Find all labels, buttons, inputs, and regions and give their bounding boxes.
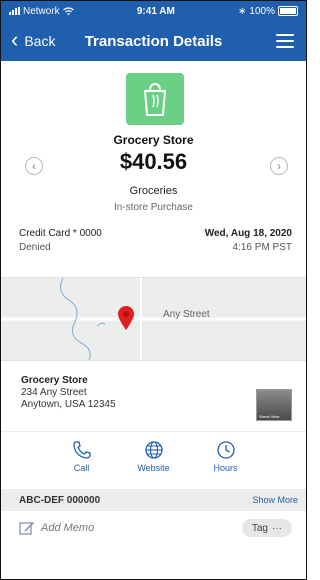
location-pin-icon [118, 306, 134, 330]
globe-icon [144, 441, 163, 459]
transaction-amount: $40.56 [119, 149, 188, 174]
memo-row: Add Memo Tag ··· [1, 511, 306, 545]
more-icon: ··· [272, 522, 282, 534]
location-map[interactable]: Any Street [1, 277, 306, 361]
phone-icon [72, 441, 91, 459]
merchant-name: Grocery Store [113, 133, 194, 147]
address-line-2: Anytown, USA 12345 [21, 399, 116, 410]
signal-icon [9, 7, 20, 15]
status-bar: Network 9:41 AM ∗ 100% [1, 1, 306, 21]
website-button[interactable]: Website [131, 440, 177, 489]
address-section: Grocery Store 234 Any Street Anytown, US… [1, 361, 306, 431]
back-button[interactable]: ‹ Back [1, 27, 56, 52]
hours-label: Hours [213, 463, 238, 473]
address-line-1: 234 Any Street [21, 387, 87, 398]
add-memo-button[interactable]: Add Memo [41, 522, 94, 534]
hours-button[interactable]: Hours [203, 440, 249, 489]
back-label: Back [24, 33, 56, 49]
merchant-category-tile [126, 73, 184, 125]
transaction-category: Groceries [129, 185, 178, 197]
nav-bar: ‹ Back Transaction Details [1, 21, 306, 61]
chevron-left-icon: ‹ [11, 27, 19, 52]
battery-percent: 100% [249, 5, 275, 17]
show-more-link[interactable]: Show More [252, 495, 298, 505]
call-button[interactable]: Call [59, 440, 105, 489]
date-info: Wed, Aug 18, 2020 4:16 PM PST [205, 227, 292, 255]
merchant-address: Grocery Store 234 Any Street Anytown, US… [21, 375, 116, 411]
address-name: Grocery Store [21, 375, 88, 386]
map-street-label: Any Street [163, 309, 210, 320]
clock-icon [216, 441, 235, 459]
card-number: Credit Card * 0000 [19, 228, 102, 239]
reference-row: ABC-DEF 000000 Show More [1, 489, 306, 511]
hamburger-menu-icon[interactable] [276, 34, 294, 48]
street-view-thumbnail[interactable]: Street View [256, 389, 292, 421]
purchase-type: In-store Purchase [114, 202, 193, 213]
status-left: Network [9, 6, 74, 17]
merchant-header: ‹ › Grocery Store $40.56 Groceries In-st… [1, 61, 306, 221]
carrier-label: Network [23, 5, 60, 17]
bluetooth-icon: ∗ [238, 5, 247, 17]
tag-label: Tag [251, 522, 268, 534]
transaction-time: 4:16 PM PST [232, 242, 292, 253]
map-roads [1, 278, 306, 360]
tag-button[interactable]: Tag ··· [241, 519, 292, 537]
status-right: ∗ 100% [238, 6, 298, 17]
status-badge: Denied [19, 242, 51, 253]
phone-frame: Network 9:41 AM ∗ 100% ‹ Back Transactio… [0, 0, 307, 580]
card-info: Credit Card * 0000 Denied [19, 227, 102, 255]
transaction-reference-id: ABC-DEF 000000 [19, 494, 101, 506]
action-buttons: Call Website Hours [1, 431, 306, 489]
shopping-bag-icon [143, 82, 167, 116]
website-label: Website [137, 463, 170, 473]
street-view-label: Street View [259, 414, 280, 419]
call-label: Call [73, 463, 90, 473]
transaction-date: Wed, Aug 18, 2020 [204, 228, 292, 239]
card-info-row: Credit Card * 0000 Denied Wed, Aug 18, 2… [1, 221, 306, 277]
wifi-icon [62, 7, 74, 15]
edit-memo-icon[interactable] [19, 520, 35, 536]
battery-icon [277, 6, 298, 16]
clock-time: 9:41 AM [136, 5, 175, 17]
